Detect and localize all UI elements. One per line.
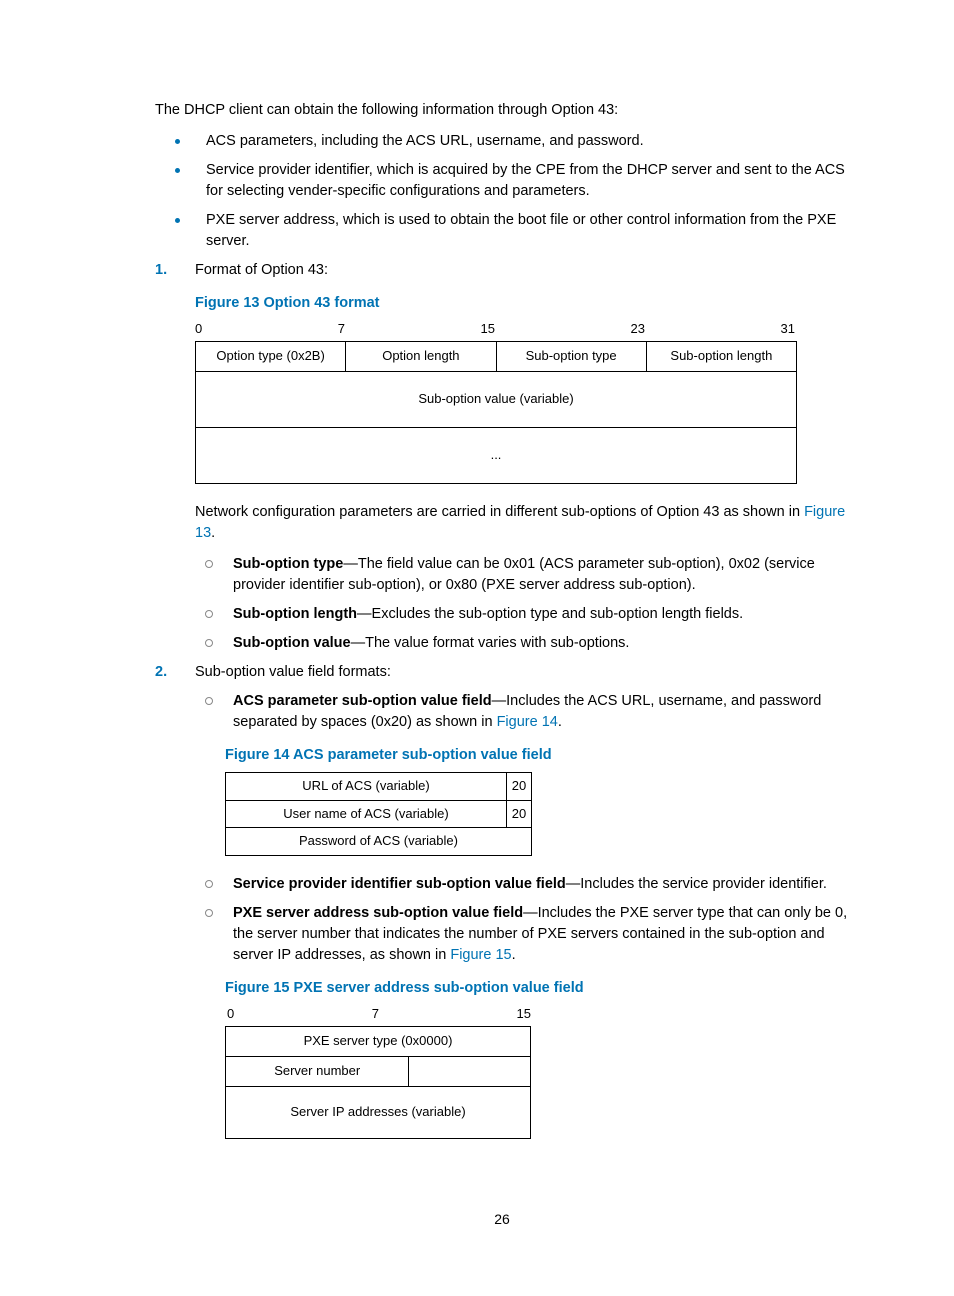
circle-icon bbox=[205, 610, 213, 618]
text: . bbox=[558, 714, 562, 730]
figure-15-ruler: 0 7 15 bbox=[225, 1005, 533, 1024]
ruler-tick: 0 bbox=[227, 1005, 234, 1024]
bullet-icon bbox=[175, 168, 180, 173]
step-number: 1. bbox=[155, 260, 195, 281]
sub-fmt-item: ACS parameter sub-option value field—Inc… bbox=[205, 691, 849, 733]
step-text: Sub-option value field formats: bbox=[195, 662, 849, 683]
fig13-cell: Option length bbox=[346, 342, 496, 371]
term: Service provider identifier sub-option v… bbox=[233, 876, 566, 892]
ruler-tick: 15 bbox=[517, 1005, 531, 1024]
circle-icon bbox=[205, 560, 213, 568]
fig14-cell: Password of ACS (variable) bbox=[226, 828, 532, 856]
text: Network configuration parameters are car… bbox=[195, 504, 804, 520]
definition: —Excludes the sub-option type and sub-op… bbox=[357, 606, 743, 622]
page-number: 26 bbox=[155, 1209, 849, 1229]
bullet-text: ACS parameters, including the ACS URL, u… bbox=[206, 131, 849, 152]
numbered-step-1: 1. Format of Option 43: bbox=[155, 260, 849, 281]
ruler-tick: 7 bbox=[372, 1005, 379, 1024]
figure-13-caption: Figure 13 Option 43 format bbox=[195, 293, 849, 314]
figure-15: 0 7 15 PXE server type (0x0000) Server n… bbox=[225, 1005, 849, 1138]
text: . bbox=[512, 947, 516, 963]
bullet-item: Service provider identifier, which is ac… bbox=[175, 160, 849, 202]
figure-14-caption: Figure 14 ACS parameter sub-option value… bbox=[225, 745, 849, 766]
fig14-cell: 20 bbox=[507, 772, 532, 800]
circle-icon bbox=[205, 697, 213, 705]
ruler-tick: 0 bbox=[195, 320, 202, 339]
fig15-cell: PXE server type (0x0000) bbox=[226, 1027, 530, 1056]
fig15-cell: Server IP addresses (variable) bbox=[226, 1086, 530, 1138]
fig13-cell: Sub-option value (variable) bbox=[196, 371, 796, 427]
figure-13-ruler: 0 7 15 23 31 bbox=[195, 320, 795, 339]
fig15-cell-empty bbox=[409, 1057, 530, 1086]
term: PXE server address sub-option value fiel… bbox=[233, 905, 523, 921]
bullet-icon bbox=[175, 218, 180, 223]
text: —Includes the service provider identifie… bbox=[566, 876, 827, 892]
bullet-icon bbox=[175, 139, 180, 144]
ruler-tick: 7 bbox=[338, 320, 345, 339]
numbered-step-2: 2. Sub-option value field formats: bbox=[155, 662, 849, 683]
after-fig13-paragraph: Network configuration parameters are car… bbox=[195, 502, 849, 544]
fig13-cell: Sub-option length bbox=[647, 342, 796, 371]
step-number: 2. bbox=[155, 662, 195, 683]
step-text: Format of Option 43: bbox=[195, 260, 849, 281]
ruler-tick: 31 bbox=[781, 320, 795, 339]
circle-icon bbox=[205, 880, 213, 888]
term: Sub-option type bbox=[233, 556, 343, 572]
fig13-cell: Sub-option type bbox=[497, 342, 647, 371]
figure-15-box: PXE server type (0x0000) Server number S… bbox=[225, 1026, 531, 1139]
text: . bbox=[211, 525, 215, 541]
bullet-item: ACS parameters, including the ACS URL, u… bbox=[175, 131, 849, 152]
figure-15-caption: Figure 15 PXE server address sub-option … bbox=[225, 978, 849, 999]
figure-14: URL of ACS (variable) 20 User name of AC… bbox=[225, 772, 849, 857]
figure-14-link[interactable]: Figure 14 bbox=[497, 714, 558, 730]
intro-paragraph: The DHCP client can obtain the following… bbox=[155, 100, 849, 121]
fig14-cell: URL of ACS (variable) bbox=[226, 772, 507, 800]
figure-14-table: URL of ACS (variable) 20 User name of AC… bbox=[225, 772, 532, 857]
ruler-tick: 15 bbox=[481, 320, 495, 339]
figure-15-link[interactable]: Figure 15 bbox=[450, 947, 511, 963]
bullet-item: PXE server address, which is used to obt… bbox=[175, 210, 849, 252]
sub-fmt-item: Service provider identifier sub-option v… bbox=[205, 874, 849, 895]
circle-icon bbox=[205, 639, 213, 647]
sub-fmt-item: PXE server address sub-option value fiel… bbox=[205, 903, 849, 966]
fig14-cell: User name of ACS (variable) bbox=[226, 800, 507, 828]
fig13-cell: Option type (0x2B) bbox=[196, 342, 346, 371]
fig15-cell: Server number bbox=[226, 1057, 409, 1086]
sub-def-item: Sub-option length—Excludes the sub-optio… bbox=[205, 604, 849, 625]
bullet-text: Service provider identifier, which is ac… bbox=[206, 160, 849, 202]
fig14-cell: 20 bbox=[507, 800, 532, 828]
ruler-tick: 23 bbox=[631, 320, 645, 339]
sub-def-item: Sub-option value—The value format varies… bbox=[205, 633, 849, 654]
circle-icon bbox=[205, 909, 213, 917]
term: Sub-option value bbox=[233, 635, 351, 651]
fig13-cell: ... bbox=[196, 427, 796, 483]
figure-13-box: Option type (0x2B) Option length Sub-opt… bbox=[195, 341, 797, 484]
sub-def-item: Sub-option type—The field value can be 0… bbox=[205, 554, 849, 596]
definition: —The value format varies with sub-option… bbox=[351, 635, 630, 651]
figure-13: 0 7 15 23 31 Option type (0x2B) Option l… bbox=[195, 320, 849, 483]
term: ACS parameter sub-option value field bbox=[233, 693, 492, 709]
term: Sub-option length bbox=[233, 606, 357, 622]
bullet-text: PXE server address, which is used to obt… bbox=[206, 210, 849, 252]
